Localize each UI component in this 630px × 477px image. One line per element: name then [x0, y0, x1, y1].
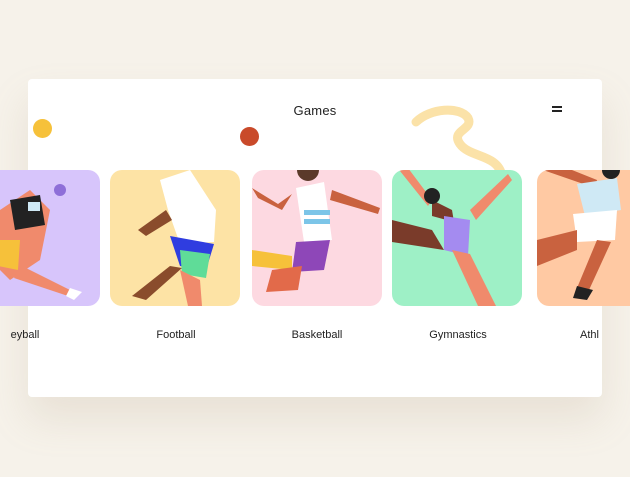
sport-card-volleyball[interactable]: [0, 170, 100, 306]
menu-icon[interactable]: [550, 104, 564, 114]
sport-label-football[interactable]: Football: [111, 329, 241, 341]
sport-card-athletics[interactable]: [537, 170, 630, 306]
sport-label-basketball[interactable]: Basketball: [252, 329, 382, 341]
sport-label-gymnastics[interactable]: Gymnastics: [393, 329, 523, 341]
page-title: Games: [293, 103, 337, 118]
sport-card-gymnastics[interactable]: [392, 170, 522, 306]
sport-label-volleyball[interactable]: eyball: [0, 329, 90, 341]
sport-label-athletics[interactable]: Athl: [580, 329, 630, 341]
sport-card-basketball[interactable]: [252, 170, 382, 306]
sport-card-football[interactable]: [110, 170, 240, 306]
